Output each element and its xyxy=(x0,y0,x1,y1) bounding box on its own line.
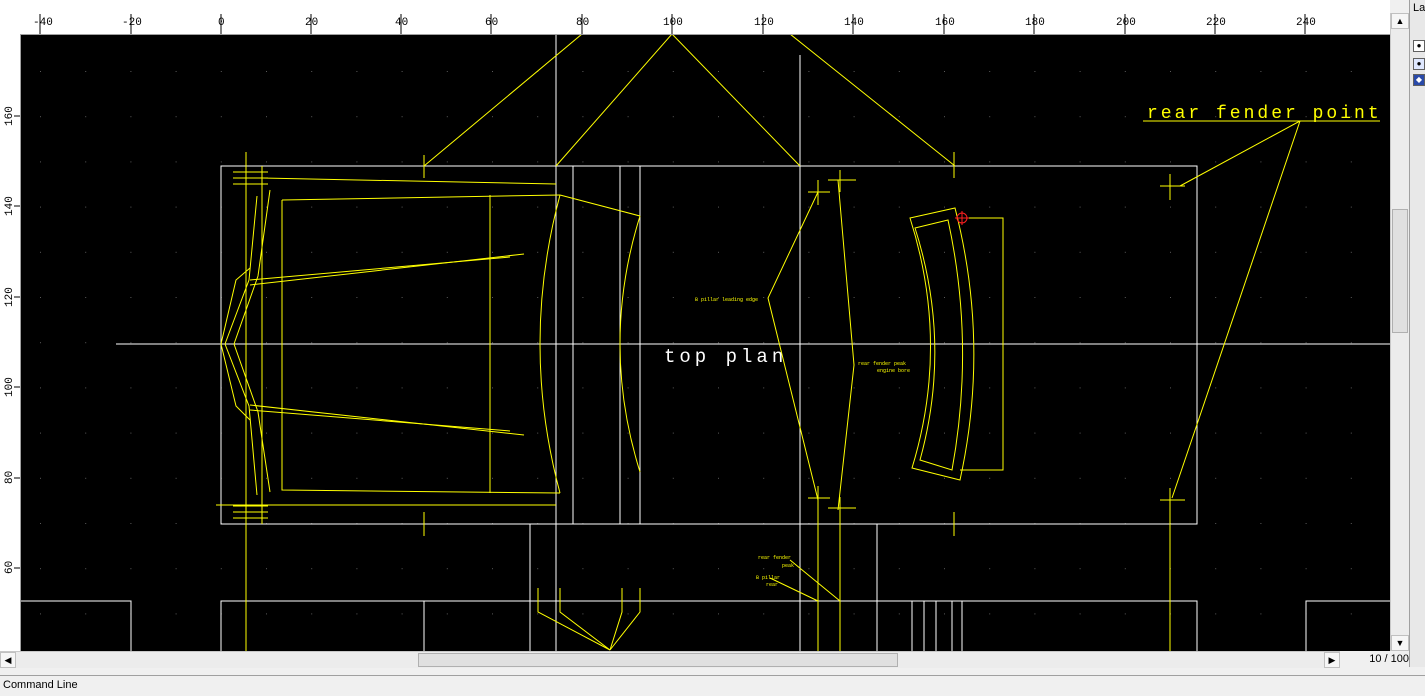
ruler-y-label: 120 xyxy=(4,287,16,307)
vertical-ruler: 160 140 120 100 80 60 xyxy=(0,34,21,651)
ruler-x-label: 140 xyxy=(844,17,864,29)
ruler-y-label: 100 xyxy=(4,377,16,397)
point-marker-icon[interactable] xyxy=(955,211,969,225)
ruler-x-label: 60 xyxy=(485,17,498,29)
ruler-y-label: 140 xyxy=(4,196,16,216)
ruler-x-label: -40 xyxy=(33,17,53,29)
layers-panel-label: La xyxy=(1413,2,1425,14)
ruler-x-label: 180 xyxy=(1025,17,1045,29)
command-line-label: Command Line xyxy=(3,679,78,691)
rear-fender-peak-label-2: engine bore xyxy=(877,368,910,374)
ruler-y-label: 60 xyxy=(4,561,16,574)
layer-icon[interactable]: ◆ xyxy=(1413,74,1425,86)
vertical-scrollbar[interactable]: ▲ ▼ xyxy=(1390,13,1409,651)
ruler-y-label: 160 xyxy=(4,106,16,126)
drawing-title: top plan xyxy=(664,346,787,368)
scroll-left-icon[interactable]: ◀ xyxy=(0,652,16,668)
layers-panel[interactable]: La ● ● ◆ xyxy=(1409,0,1425,667)
small-label: rear fender xyxy=(758,555,791,561)
ruler-x-label: -20 xyxy=(122,17,142,29)
small-label: peak xyxy=(782,563,794,569)
scroll-up-icon[interactable]: ▲ xyxy=(1391,13,1409,29)
ruler-x-label: 220 xyxy=(1206,17,1226,29)
horizontal-ruler: -40 -20 0 20 40 60 80 100 120 140 160 18… xyxy=(0,0,1390,35)
ruler-x-label: 240 xyxy=(1296,17,1316,29)
horizontal-scroll-thumb[interactable] xyxy=(418,653,898,667)
ruler-x-label: 40 xyxy=(395,17,408,29)
scroll-down-icon[interactable]: ▼ xyxy=(1391,635,1409,651)
page-indicator: 10 / 100 xyxy=(1369,653,1409,665)
eye-icon[interactable]: ● xyxy=(1413,40,1425,52)
ruler-y-label: 80 xyxy=(4,471,16,484)
plan-geometry xyxy=(216,35,1380,651)
eye-icon[interactable]: ● xyxy=(1413,58,1425,70)
ruler-x-label: 20 xyxy=(305,17,318,29)
reference-lines xyxy=(21,35,1390,651)
ruler-x-label: 0 xyxy=(218,17,225,29)
vertical-scroll-thumb[interactable] xyxy=(1392,209,1408,333)
ruler-x-label: 200 xyxy=(1116,17,1136,29)
rear-fender-callout-label: rear fender point xyxy=(1147,104,1382,124)
drawing-canvas[interactable]: top plan rear fender point B pillar lead… xyxy=(21,35,1390,651)
ruler-x-label: 100 xyxy=(663,17,683,29)
ruler-x-label: 120 xyxy=(754,17,774,29)
scroll-right-icon[interactable]: ▶ xyxy=(1324,652,1340,668)
grid-dots xyxy=(40,71,1352,615)
ruler-x-label: 160 xyxy=(935,17,955,29)
small-label: B pillar xyxy=(756,575,780,581)
horizontal-scrollbar[interactable]: ◀ ▶ xyxy=(0,651,1340,668)
command-line-bar[interactable]: Command Line xyxy=(0,675,1425,696)
rear-fender-peak-label: rear fender peak xyxy=(858,361,906,367)
small-label: rear xyxy=(766,582,778,588)
b-pillar-leading-label: B pillar leading edge xyxy=(695,297,758,303)
ruler-x-label: 80 xyxy=(576,17,589,29)
